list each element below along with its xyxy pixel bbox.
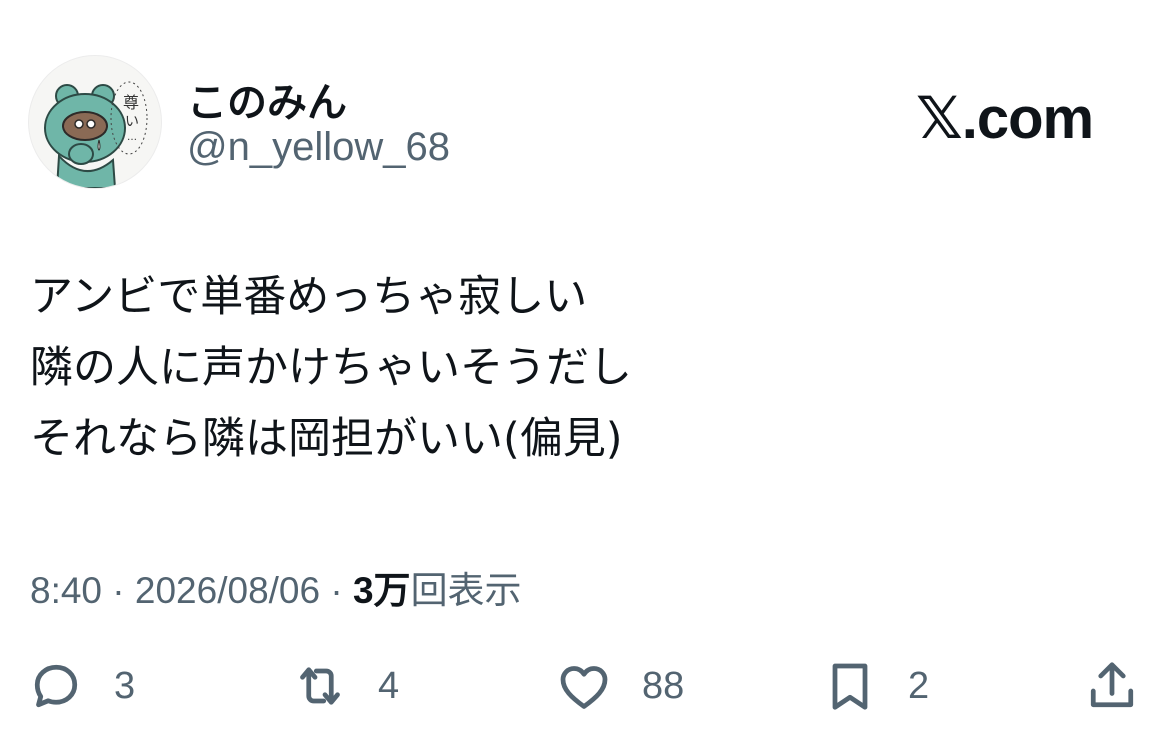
meta-separator: · — [330, 570, 343, 611]
user-handle[interactable]: @n_yellow_68 — [187, 125, 450, 170]
tweet-line: それなら隣は岡担がいい(偏見) — [30, 414, 623, 464]
x-logo: 𝕏.com — [916, 86, 1094, 151]
display-name[interactable]: このみん — [187, 70, 347, 128]
retweet-icon — [300, 667, 340, 705]
reply-icon — [34, 664, 78, 708]
tweet-time[interactable]: 8:40 — [30, 570, 102, 611]
like-button[interactable]: 88 — [554, 655, 684, 717]
bear-avatar-icon: 尊 い … — [44, 81, 148, 188]
svg-text:尊: 尊 — [123, 93, 139, 112]
tweet-date[interactable]: 2026/08/06 — [135, 570, 320, 611]
share-icon — [1090, 662, 1134, 708]
views-label: 回表示 — [410, 570, 522, 611]
like-count: 88 — [642, 664, 685, 707]
tweet-line: アンビで単番めっちゃ寂しい — [30, 272, 588, 322]
tweet-meta: 8:40 · 2026/08/06 · 3万回表示 — [30, 560, 522, 614]
retweet-button[interactable]: 4 — [290, 655, 399, 717]
avatar[interactable]: 尊 い … — [28, 55, 162, 189]
heart-icon — [560, 666, 608, 709]
bookmark-button[interactable]: 2 — [820, 655, 929, 717]
svg-text:い: い — [125, 114, 139, 130]
svg-text:…: … — [127, 132, 137, 143]
reply-button[interactable]: 3 — [26, 655, 135, 717]
tweet-line: 隣の人に声かけちゃいそうだし — [30, 343, 632, 393]
bookmark-count: 2 — [908, 664, 930, 707]
views-count: 3万 — [352, 570, 411, 611]
share-button[interactable] — [1082, 655, 1142, 717]
meta-separator: · — [112, 570, 125, 611]
retweet-count: 4 — [378, 664, 400, 707]
bookmark-icon — [832, 663, 868, 710]
reply-count: 3 — [114, 664, 136, 707]
tweet-text: アンビで単番めっちゃ寂しい 隣の人に声かけちゃいそうだし それなら隣は岡担がいい… — [30, 262, 632, 475]
